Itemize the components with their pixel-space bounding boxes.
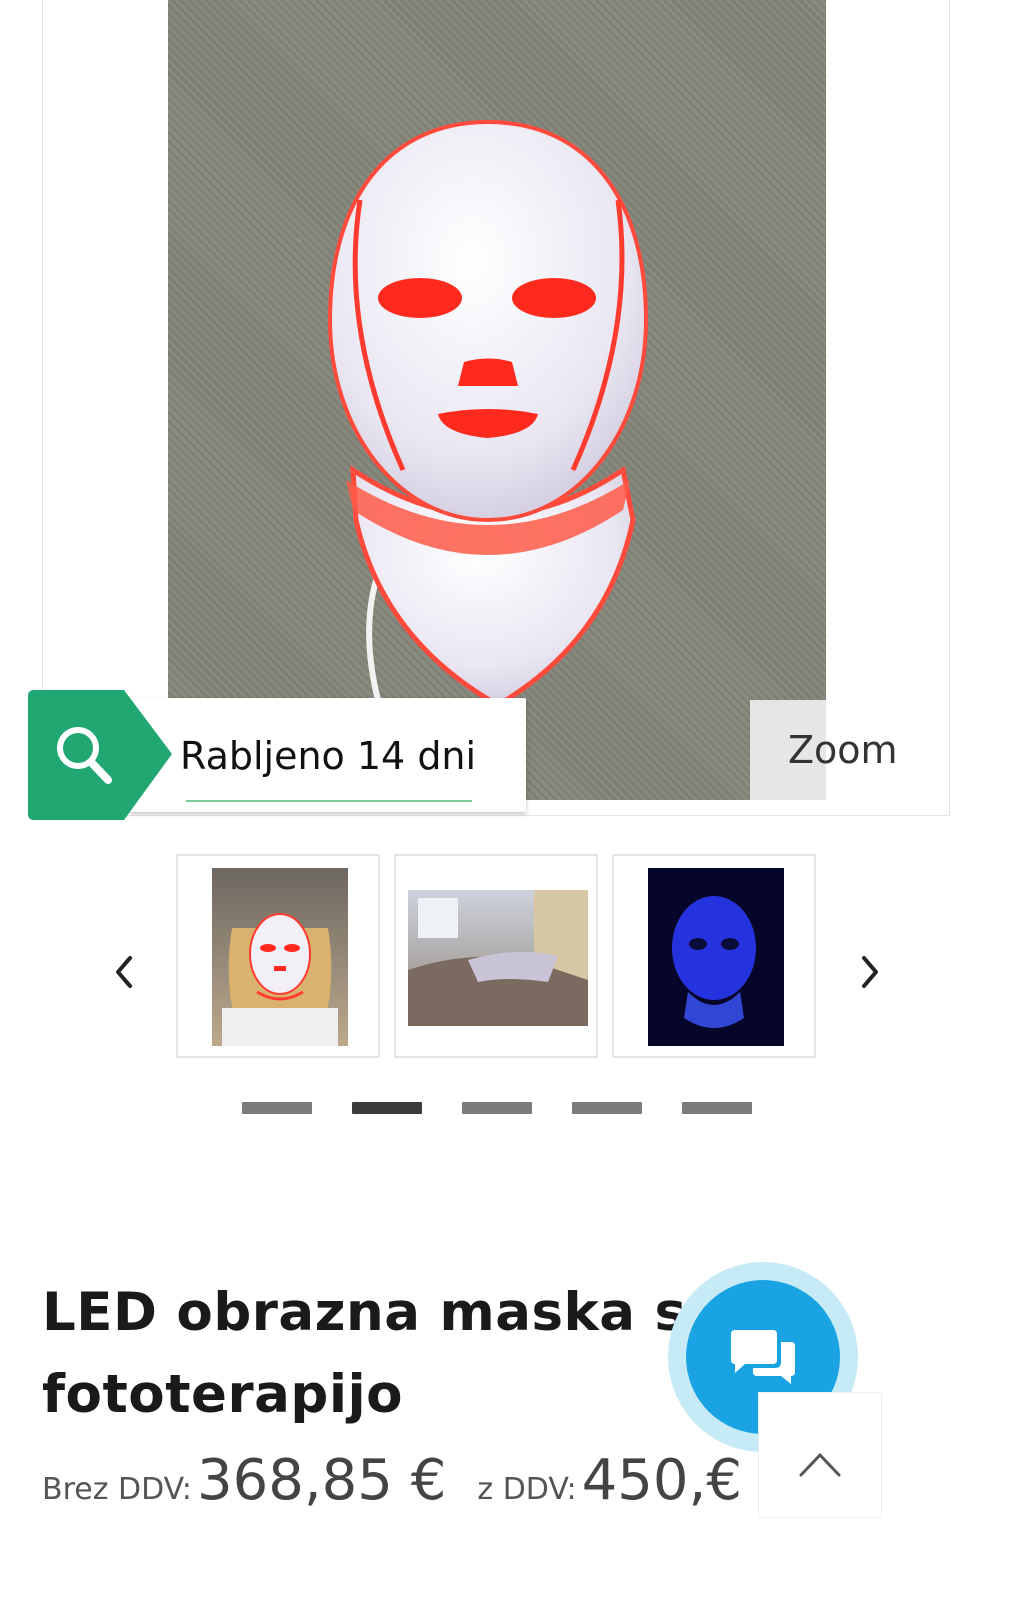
thumbnails-next-button[interactable] — [850, 950, 890, 994]
price-gross-label: z DDV: — [477, 1472, 577, 1507]
thumbnail-image-room — [408, 890, 588, 1026]
badge-underline — [186, 800, 472, 802]
thumbnail-2[interactable] — [394, 854, 598, 1058]
back-to-top-button[interactable] — [758, 1392, 882, 1518]
thumbnail-image-woman-wearing-mask — [212, 868, 348, 1046]
chevron-right-icon — [862, 956, 878, 988]
badge-tag — [28, 690, 172, 820]
price-net-label: Brez DDV: — [42, 1472, 192, 1507]
chevron-up-icon — [799, 1452, 841, 1477]
thumbnail-3[interactable] — [612, 854, 816, 1058]
chevron-left-icon — [116, 956, 132, 988]
badge-text: Rabljeno 14 dni — [180, 734, 477, 778]
led-mask-illustration — [327, 119, 649, 761]
price-net-value: 368,85 € — [196, 1448, 447, 1513]
price-row: Brez DDV: 368,85 € z DDV: 450,€ — [42, 1448, 768, 1513]
slide-indicator-1[interactable] — [242, 1102, 312, 1114]
price-gross-value: 450,€ — [581, 1448, 742, 1513]
slide-indicator-4[interactable] — [572, 1102, 642, 1114]
product-main-image[interactable] — [168, 0, 826, 800]
thumbnail-image-blue-light — [648, 868, 784, 1046]
thumbnail-1[interactable] — [176, 854, 380, 1058]
zoom-button[interactable]: Zoom — [788, 728, 898, 772]
slide-indicator-3[interactable] — [462, 1102, 532, 1114]
product-title: LED obrazna maska s fototerapijo — [42, 1282, 687, 1425]
slide-indicator-2[interactable] — [352, 1102, 422, 1114]
thumbnails-prev-button[interactable] — [104, 950, 144, 994]
slide-indicator-5[interactable] — [682, 1102, 752, 1114]
chat-bubbles-icon — [731, 1330, 795, 1384]
